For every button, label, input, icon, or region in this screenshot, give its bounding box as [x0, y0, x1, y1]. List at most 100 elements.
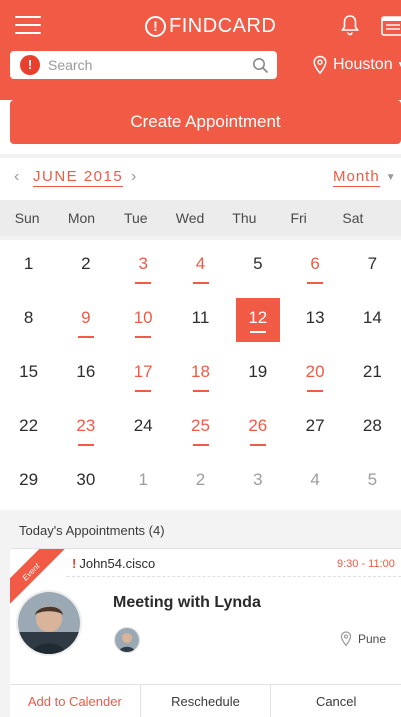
calendar-day[interactable]: 18: [179, 352, 223, 396]
prev-month-icon[interactable]: ‹: [14, 168, 19, 186]
calendar-day[interactable]: 14: [350, 298, 394, 342]
calendar-day-number: 28: [362, 416, 382, 435]
calendar-day[interactable]: 15: [7, 352, 51, 396]
app-screen: ! FINDCARD ! Houston: [0, 0, 401, 717]
calendar-day-number: 29: [19, 470, 39, 489]
calendar-day[interactable]: 11: [179, 298, 223, 342]
chevron-down-icon: ▼: [385, 172, 396, 183]
weekday-label: Sat: [342, 210, 364, 226]
calendar-day-number: 7: [367, 254, 378, 273]
calendar-day[interactable]: 30: [64, 460, 108, 504]
add-to-calendar-button[interactable]: Add to Calender: [10, 685, 141, 717]
calendar-day-number: 14: [362, 308, 382, 327]
event-indicator: [307, 282, 324, 284]
attendee-avatar[interactable]: [114, 627, 140, 653]
month-navigation: ‹ JUNE 2015 › Month ▼: [0, 158, 401, 200]
calendar-day-number: 4: [310, 470, 320, 489]
calendar-day-selected[interactable]: 12: [235, 298, 280, 342]
reschedule-button[interactable]: Reschedule: [141, 685, 272, 717]
event-badge-label: Event: [20, 561, 42, 583]
calendar-day[interactable]: 17: [121, 352, 165, 396]
notification-bell-icon[interactable]: [338, 13, 362, 37]
calendar-day[interactable]: 19: [236, 352, 280, 396]
appointment-actions: Add to Calender Reschedule Cancel: [10, 684, 401, 717]
search-input[interactable]: [48, 55, 248, 75]
view-mode-select[interactable]: Month ▼: [333, 168, 396, 187]
location-city: Houston: [333, 56, 393, 73]
calendar-day[interactable]: 28: [350, 406, 394, 450]
calendar-day[interactable]: 7: [350, 244, 394, 288]
create-appointment-area: Create Appointment: [0, 100, 401, 154]
calendar-day-number: 23: [76, 416, 96, 435]
calendar-day-number: 19: [248, 362, 268, 381]
logo-mark-icon: !: [145, 15, 166, 37]
weekday-label: Mon: [67, 210, 96, 226]
calendar-day-number: 25: [191, 416, 210, 435]
calendar-day[interactable]: 21: [350, 352, 394, 396]
calendar-day[interactable]: 3: [236, 460, 280, 504]
calendar-day[interactable]: 4: [293, 460, 337, 504]
location-pin-icon: [313, 55, 327, 75]
calendar-day[interactable]: 27: [293, 406, 337, 450]
calendar-day[interactable]: 29: [7, 460, 51, 504]
alert-icon: !: [72, 556, 77, 571]
calendar-day-number: 13: [305, 308, 325, 327]
appointment-card[interactable]: Event ! John54.cisco 9:30 - 11:00 Meeting…: [10, 548, 401, 717]
search-icon[interactable]: [252, 57, 269, 74]
calendar-day[interactable]: 22: [7, 406, 51, 450]
logo-text: FINDCARD: [169, 14, 277, 37]
weekday-label: Thu: [232, 210, 257, 226]
calendar-day[interactable]: 9: [64, 298, 108, 342]
chevron-down-icon: ▼: [397, 60, 401, 71]
month-title[interactable]: JUNE 2015: [33, 168, 124, 187]
id-card-icon[interactable]: [381, 15, 401, 37]
calendar-day[interactable]: 13: [293, 298, 337, 342]
calendar-day[interactable]: 3: [121, 244, 165, 288]
calendar-day[interactable]: 10: [121, 298, 165, 342]
location-selector[interactable]: Houston ▼: [312, 53, 401, 77]
calendar-day[interactable]: 25: [179, 406, 223, 450]
appointment-title: Meeting with Lynda: [113, 594, 261, 611]
calendar-day-number: 1: [23, 254, 34, 273]
calendar-day-number: 2: [195, 470, 206, 489]
calendar-day-number: 8: [23, 308, 34, 327]
calendar-day[interactable]: 1: [7, 244, 51, 288]
calendar-day[interactable]: 2: [179, 460, 223, 504]
calendar-day-number: 2: [81, 254, 91, 273]
calendar-day-number: 26: [248, 416, 268, 435]
weekday-label: Tue: [123, 210, 148, 226]
calendar-day[interactable]: 20: [293, 352, 337, 396]
calendar-day[interactable]: 6: [293, 244, 337, 288]
event-indicator: [307, 390, 324, 392]
calendar-day[interactable]: 1: [121, 460, 165, 504]
calendar-day[interactable]: 8: [7, 298, 51, 342]
next-month-icon[interactable]: ›: [131, 168, 136, 186]
calendar-day[interactable]: 24: [121, 406, 165, 450]
event-indicator: [135, 390, 152, 392]
avatar[interactable]: [16, 590, 82, 656]
event-indicator: [249, 444, 266, 446]
hamburger-menu-icon[interactable]: [15, 14, 41, 36]
calendar-day[interactable]: 4: [179, 244, 223, 288]
calendar-day-number: 9: [81, 308, 91, 327]
cancel-button[interactable]: Cancel: [271, 685, 401, 717]
event-indicator: [192, 444, 209, 446]
create-appointment-button[interactable]: Create Appointment: [10, 100, 401, 144]
appointment-location: Pune: [340, 631, 386, 647]
event-indicator: [249, 331, 266, 333]
event-indicator: [77, 444, 94, 446]
calendar-day[interactable]: 16: [64, 352, 108, 396]
appointment-location-text: Pune: [358, 632, 387, 646]
app-logo: ! FINDCARD: [145, 14, 276, 38]
calendar-day[interactable]: 23: [64, 406, 108, 450]
calendar-day[interactable]: 26: [236, 406, 280, 450]
calendar-grid: 1 2 3 4 5 6 7 8 9 10 11 12 13 14 15 16 17 18 19 20 21 22 23 24 2…: [0, 240, 401, 510]
calendar-day[interactable]: 2: [64, 244, 108, 288]
divider: [67, 576, 401, 577]
calendar-day-number: 4: [195, 254, 206, 273]
calendar-day[interactable]: 5: [236, 244, 280, 288]
calendar-day[interactable]: 5: [350, 460, 394, 504]
calendar-day-number: 3: [253, 470, 263, 489]
event-indicator: [135, 282, 152, 284]
calendar-day-number: 1: [138, 470, 148, 489]
